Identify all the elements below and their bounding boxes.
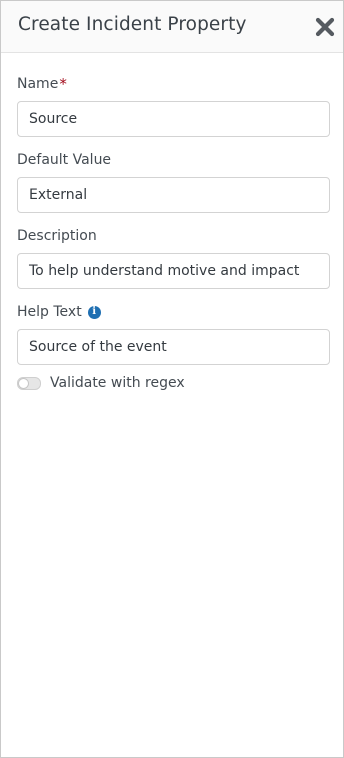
default-value-input[interactable]: External	[17, 177, 330, 213]
description-label: Description	[17, 228, 97, 244]
panel-header: Create Incident Property	[1, 1, 343, 53]
close-button[interactable]	[313, 15, 337, 39]
description-input[interactable]: To help understand motive and impact	[17, 253, 330, 289]
create-incident-property-panel: Create Incident Property Name * Source De…	[0, 0, 344, 758]
name-label: Name *	[17, 75, 329, 93]
panel-title: Create Incident Property	[18, 14, 247, 35]
required-marker: *	[59, 75, 67, 93]
property-form: Name * Source Default Value External Desc…	[1, 53, 343, 391]
help-text-label: Help Text i	[17, 303, 329, 321]
default-value-label: Default Value	[17, 152, 112, 168]
help-text-input[interactable]: Source of the event	[17, 329, 330, 365]
validate-regex-row: Validate with regex	[17, 375, 329, 391]
validate-regex-label: Validate with regex	[50, 375, 185, 391]
name-input[interactable]: Source	[17, 101, 330, 137]
validate-regex-toggle[interactable]	[17, 376, 41, 390]
close-icon	[315, 17, 335, 37]
toggle-knob	[18, 377, 29, 389]
name-label-text: Name	[17, 76, 59, 92]
help-text-label-text: Help Text	[17, 304, 82, 320]
info-icon[interactable]: i	[87, 305, 101, 319]
